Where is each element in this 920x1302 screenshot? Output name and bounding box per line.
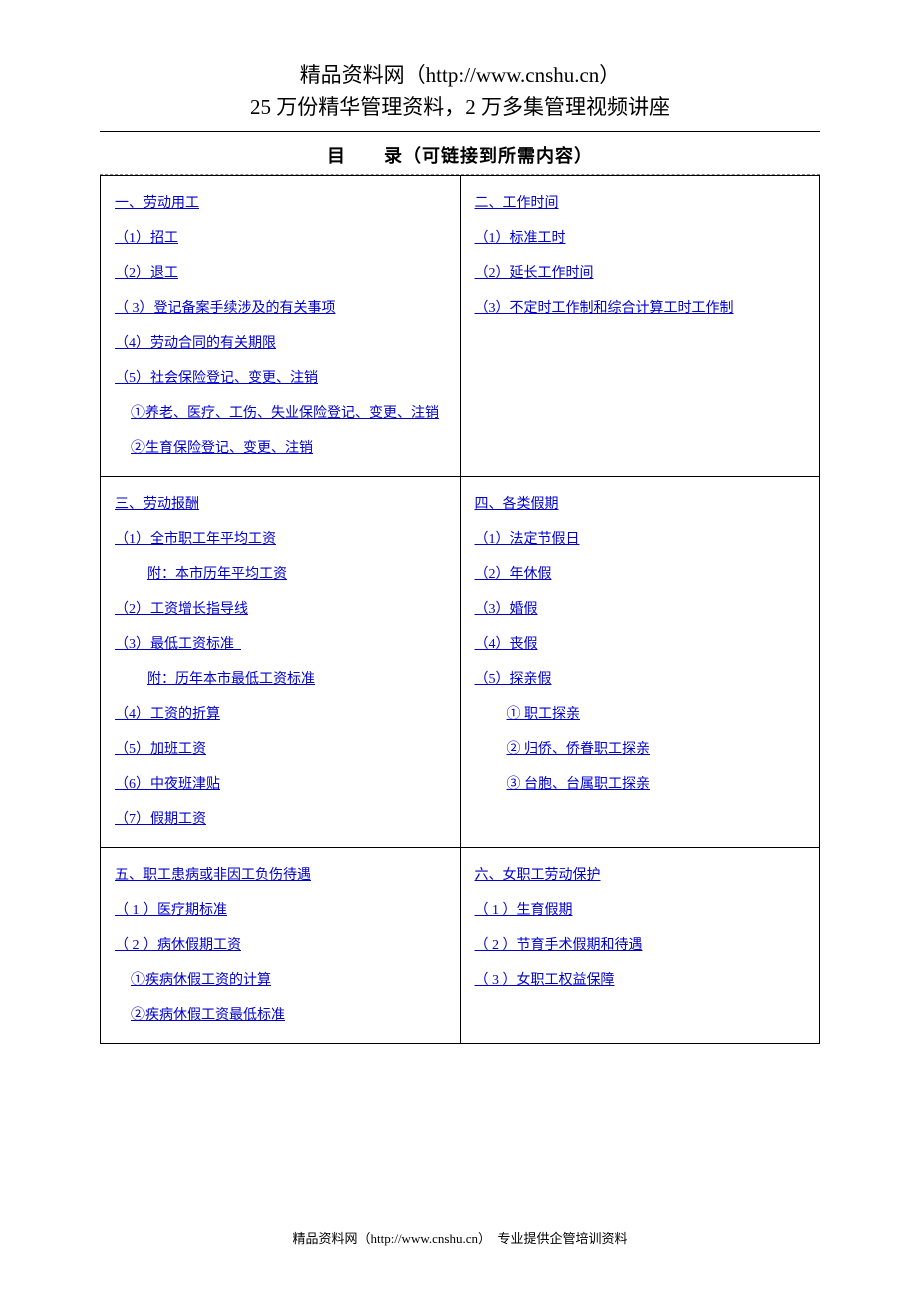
toc-link[interactable]: （ 1 ）医疗期标准 (115, 893, 227, 928)
toc-cell-section-5: 五、职工患病或非因工负伤待遇（ 1 ）医疗期标准（ 2 ）病休假期工资①疾病休假… (101, 848, 461, 1044)
toc-link[interactable]: （3）不定时工作制和综合计算工时工作制 (475, 291, 734, 326)
toc-cell-section-1: 一、劳动用工（1）招工（2）退工（ 3）登记备案手续涉及的有关事项（4）劳动合同… (101, 176, 461, 477)
header-divider (100, 131, 820, 132)
toc-link[interactable]: （4）工资的折算 (115, 697, 220, 732)
toc-link[interactable]: ③ 台胞、台属职工探亲 (475, 767, 651, 802)
toc-link[interactable]: （ 2 ）节育手术假期和待遇 (475, 928, 643, 963)
toc-title: 目 录（可链接到所需内容） (100, 142, 820, 168)
toc-link[interactable]: （5）加班工资 (115, 732, 206, 767)
toc-cell-section-3: 三、劳动报酬（1）全市职工年平均工资附：本市历年平均工资（2）工资增长指导线（3… (101, 477, 461, 848)
toc-link[interactable]: （6）中夜班津贴 (115, 767, 220, 802)
toc-link[interactable]: （4）丧假 (475, 627, 538, 662)
toc-section-title[interactable]: 五、职工患病或非因工负伤待遇 (115, 858, 311, 893)
toc-link[interactable]: （1）全市职工年平均工资 (115, 522, 276, 557)
toc-link[interactable]: （7）假期工资 (115, 802, 206, 837)
toc-link[interactable]: （1）标准工时 (475, 221, 566, 256)
toc-section-title[interactable]: 二、工作时间 (475, 186, 559, 221)
toc-link[interactable]: （4）劳动合同的有关期限 (115, 326, 276, 361)
toc-cell-section-6: 六、女职工劳动保护（ 1 ）生育假期（ 2 ）节育手术假期和待遇（ 3 ）女职工… (460, 848, 820, 1044)
toc-link[interactable]: ① 职工探亲 (475, 697, 581, 732)
toc-section-title[interactable]: 六、女职工劳动保护 (475, 858, 601, 893)
toc-link[interactable]: （ 1 ）生育假期 (475, 893, 573, 928)
toc-cell-section-2: 二、工作时间（1）标准工时（2）延长工作时间（3）不定时工作制和综合计算工时工作… (460, 176, 820, 477)
toc-link[interactable]: （5）探亲假 (475, 662, 552, 697)
header-title: 精品资料网（http://www.cnshu.cn） (100, 60, 820, 92)
toc-table: 一、劳动用工（1）招工（2）退工（ 3）登记备案手续涉及的有关事项（4）劳动合同… (100, 175, 820, 1044)
toc-link[interactable]: ①疾病休假工资的计算 (115, 963, 271, 998)
page-footer: 精品资料网（http://www.cnshu.cn） 专业提供企管培训资料 (0, 1228, 920, 1247)
toc-link[interactable]: （ 3）登记备案手续涉及的有关事项 (115, 291, 336, 326)
toc-cell-section-4: 四、各类假期（1）法定节假日（2）年休假（3）婚假（4）丧假（5）探亲假① 职工… (460, 477, 820, 848)
toc-link[interactable]: ②疾病休假工资最低标准 (115, 998, 285, 1033)
toc-link[interactable]: （2）年休假 (475, 557, 552, 592)
toc-link[interactable]: （2）退工 (115, 256, 178, 291)
toc-section-title[interactable]: 三、劳动报酬 (115, 487, 199, 522)
toc-link[interactable]: 附：历年本市最低工资标准 (115, 662, 315, 697)
toc-link[interactable]: （2）工资增长指导线 (115, 592, 248, 627)
toc-link[interactable]: （1）法定节假日 (475, 522, 580, 557)
toc-link[interactable]: （5）社会保险登记、变更、注销 (115, 361, 318, 396)
toc-link[interactable]: ② 归侨、侨眷职工探亲 (475, 732, 651, 767)
header-subtitle: 25 万份精华管理资料，2 万多集管理视频讲座 (100, 92, 820, 124)
page-header: 精品资料网（http://www.cnshu.cn） 25 万份精华管理资料，2… (100, 60, 820, 123)
toc-section-title[interactable]: 四、各类假期 (475, 487, 559, 522)
toc-link[interactable]: （ 3 ）女职工权益保障 (475, 963, 615, 998)
toc-section-title[interactable]: 一、劳动用工 (115, 186, 199, 221)
toc-link[interactable]: 附：本市历年平均工资 (115, 557, 287, 592)
toc-link[interactable]: ①养老、医疗、工伤、失业保险登记、变更、注销 (115, 396, 439, 431)
toc-link[interactable]: （ 2 ）病休假期工资 (115, 928, 241, 963)
toc-link[interactable]: （2）延长工作时间 (475, 256, 594, 291)
toc-link[interactable]: （1）招工 (115, 221, 178, 256)
toc-link[interactable]: （3）婚假 (475, 592, 538, 627)
toc-link[interactable]: ②生育保险登记、变更、注销 (115, 431, 313, 466)
document-page: 精品资料网（http://www.cnshu.cn） 25 万份精华管理资料，2… (0, 0, 920, 1044)
toc-link[interactable]: （3）最低工资标准 (115, 627, 241, 662)
